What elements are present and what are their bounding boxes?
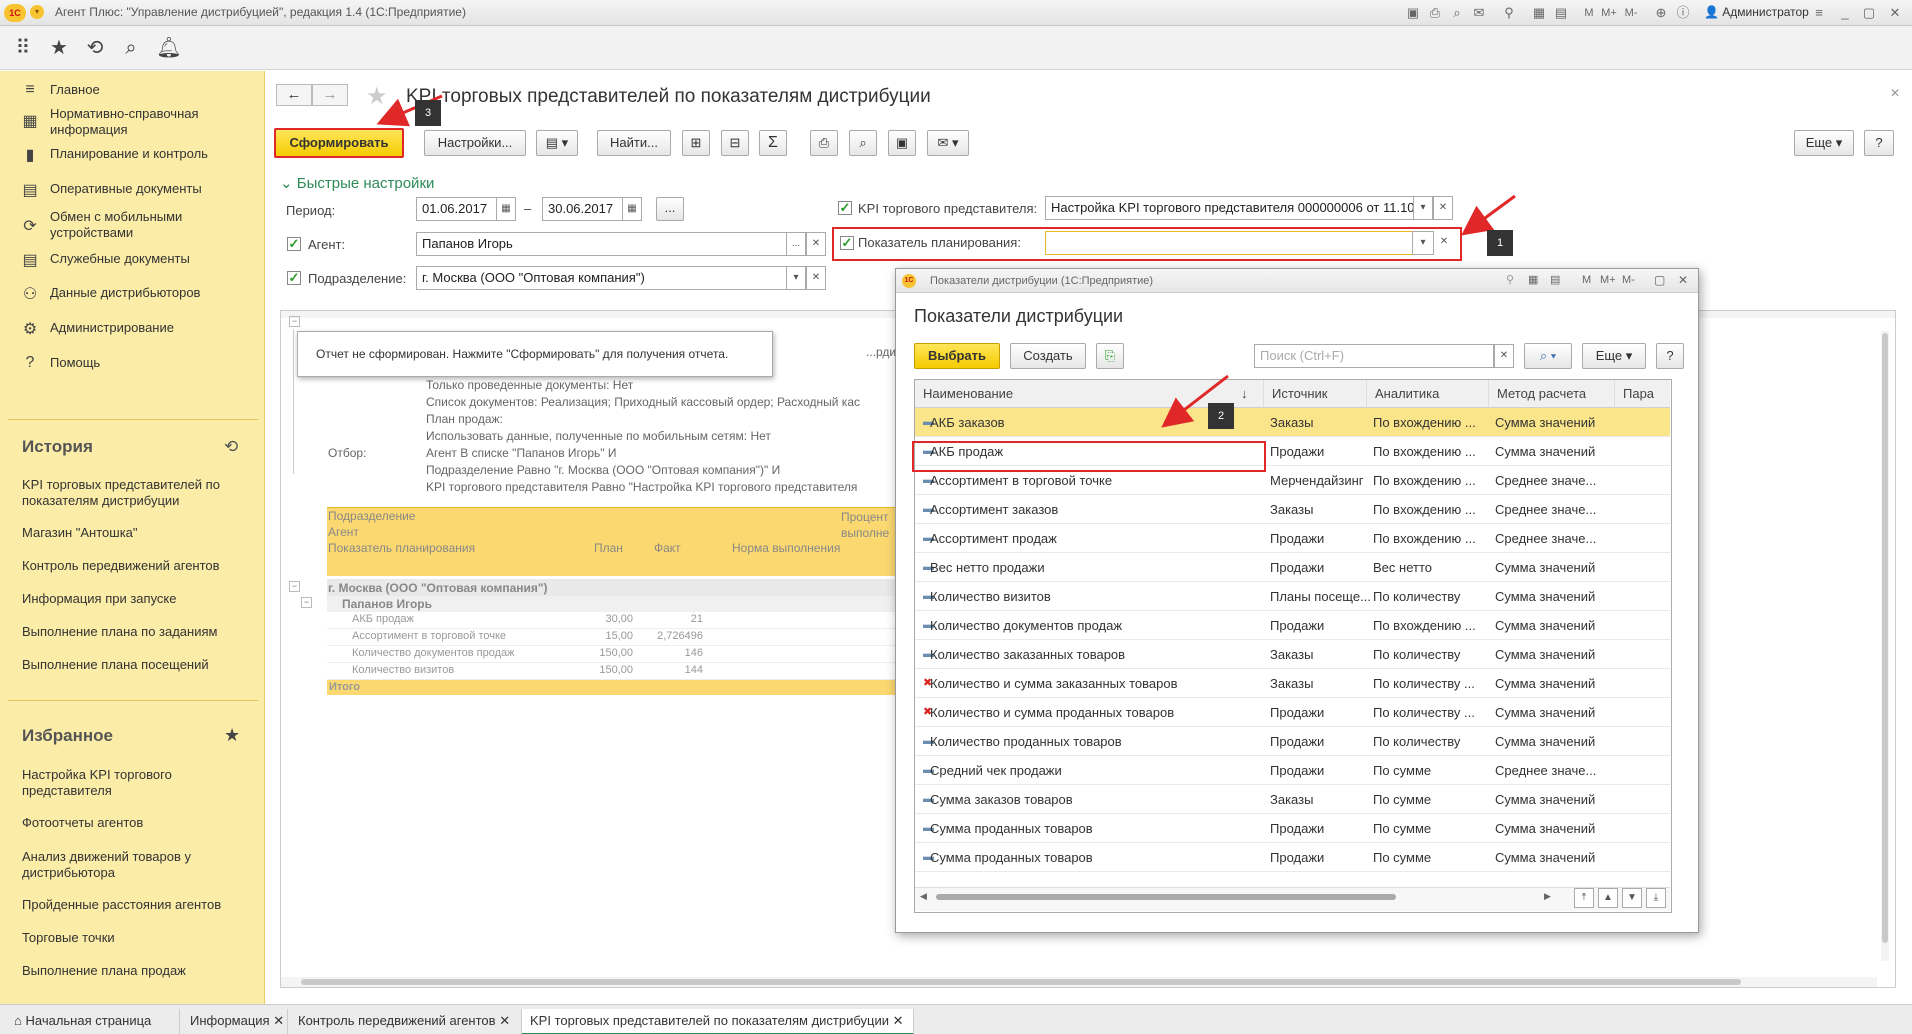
home-icon: ⌂	[14, 1013, 22, 1028]
arrow-1	[1461, 194, 1516, 236]
tab-label: Начальная страница	[25, 1013, 152, 1028]
close-icon[interactable]: ✕	[273, 1013, 284, 1028]
tab-agent-movement[interactable]: Контроль передвижений агентов ✕	[290, 1009, 522, 1034]
tab-label: KPI торговых представителей по показател…	[530, 1013, 889, 1028]
open-windows-bar: ⌂ Начальная страница Информация ✕ Контро…	[0, 1004, 1912, 1034]
tab-kpi-report[interactable]: KPI торговых представителей по показател…	[522, 1009, 914, 1034]
close-icon[interactable]: ✕	[893, 1013, 904, 1028]
callout-badge-1: 1	[1487, 230, 1513, 256]
callout-badge-3: 3	[415, 100, 441, 126]
tab-home[interactable]: ⌂ Начальная страница	[6, 1009, 180, 1034]
tab-label: Информация	[190, 1013, 270, 1028]
annotation-arrows	[376, 94, 1516, 428]
close-icon[interactable]: ✕	[499, 1013, 510, 1028]
tab-info[interactable]: Информация ✕	[182, 1009, 288, 1034]
callout-badge-2: 2	[1208, 403, 1234, 429]
tab-label: Контроль передвижений агентов	[298, 1013, 496, 1028]
